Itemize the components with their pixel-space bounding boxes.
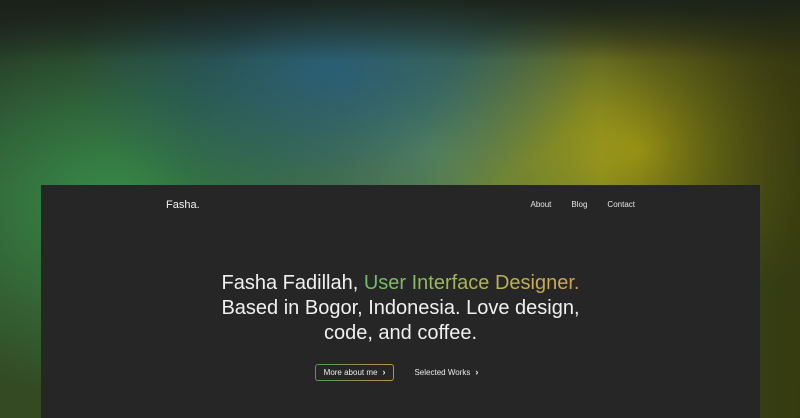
- hero-line-3: code, and coffee.: [323, 322, 478, 344]
- hero-line-2: Based in Bogor, Indonesia. Love design,: [221, 297, 580, 319]
- nav-link-about[interactable]: About: [531, 200, 552, 209]
- hero-actions: More about me › Selected Works ›: [41, 364, 760, 381]
- hero-line-1: Fasha Fadillah, User Interface Designer.: [41, 271, 760, 296]
- more-about-me-button[interactable]: More about me ›: [315, 364, 395, 381]
- chevron-right-icon: ›: [475, 367, 479, 377]
- gradient-background-top-shade: [0, 0, 800, 60]
- hero-name: Fasha Fadillah,: [221, 272, 364, 294]
- hero-headline: Fasha Fadillah, User Interface Designer.…: [41, 271, 760, 346]
- nav-links: About Blog Contact: [531, 200, 636, 209]
- navbar: Fasha. About Blog Contact: [41, 185, 760, 225]
- website-preview: Fasha. About Blog Contact Fasha Fadillah…: [41, 185, 760, 418]
- hero-role: User Interface Designer.: [363, 272, 580, 294]
- site-logo[interactable]: Fasha.: [166, 199, 200, 211]
- chevron-right-icon: ›: [382, 367, 386, 377]
- nav-link-contact[interactable]: Contact: [607, 200, 635, 209]
- nav-link-blog[interactable]: Blog: [571, 200, 587, 209]
- selected-works-label: Selected Works: [414, 368, 471, 377]
- selected-works-link[interactable]: Selected Works ›: [406, 364, 486, 381]
- more-about-me-label: More about me: [323, 368, 378, 377]
